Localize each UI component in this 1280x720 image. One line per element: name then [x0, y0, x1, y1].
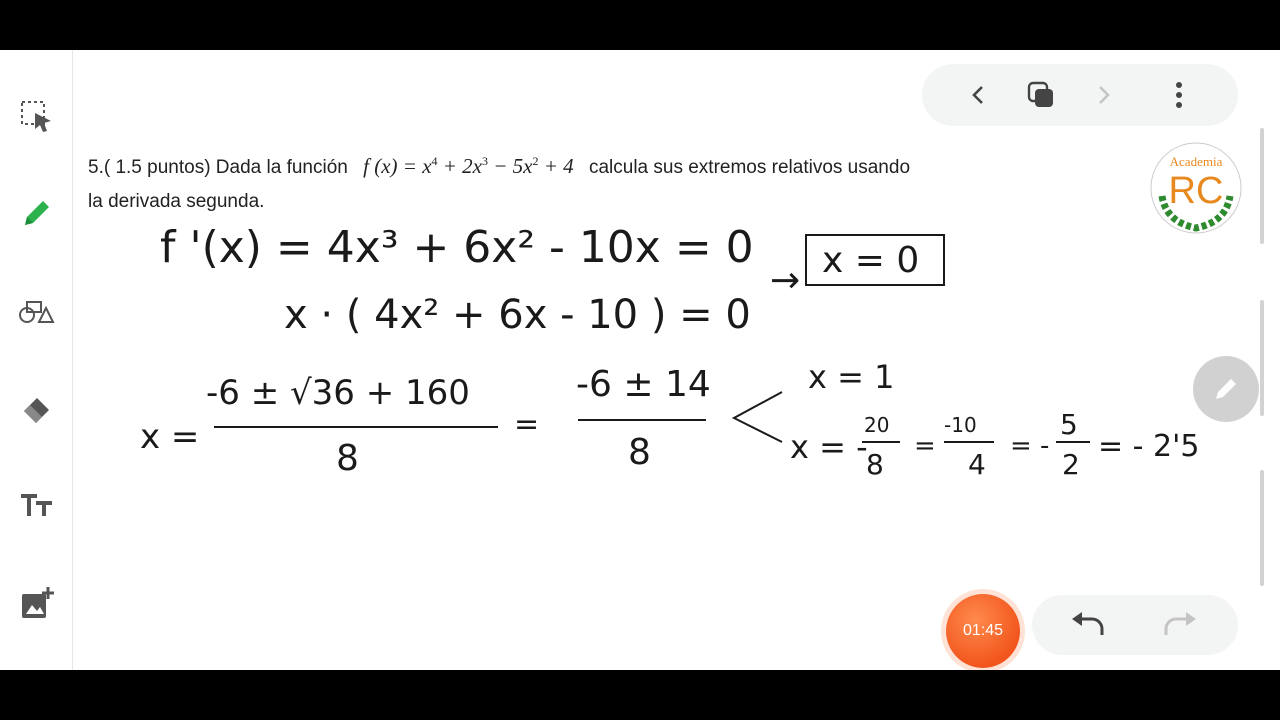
- redo-button[interactable]: [1158, 603, 1202, 647]
- frac3-denominator: 2: [1062, 448, 1080, 481]
- undo-icon: [1072, 612, 1104, 635]
- undo-redo-bar: [1032, 595, 1238, 655]
- frac3-numerator: 5: [1060, 408, 1078, 441]
- quadratic-x-label: x =: [140, 417, 199, 457]
- quadratic-denominator: 8: [336, 438, 359, 479]
- simplified-denominator: 8: [628, 432, 651, 473]
- simplified-numerator: -6 ± 14: [576, 364, 711, 405]
- pencil-edit-icon: [1216, 379, 1236, 399]
- decimal-result: = - 2'5: [1098, 429, 1199, 464]
- undo-button[interactable]: [1066, 603, 1110, 647]
- quadratic-numerator: -6 ± √36 + 160: [206, 373, 470, 413]
- equals-a: =: [914, 431, 936, 461]
- root-x-equals-1: x = 1: [808, 358, 894, 396]
- factored-line: x · ( 4x² + 6x - 10 ) = 0: [284, 292, 751, 338]
- arrow-to-result: →: [770, 260, 800, 301]
- root-2-lhs: x = -: [790, 428, 868, 466]
- vertical-scrollbar[interactable]: [1251, 50, 1265, 670]
- recording-timer[interactable]: 01:45: [946, 594, 1020, 668]
- whiteboard-canvas[interactable]: 5.( 1.5 puntos) Dada la función f (x) = …: [0, 50, 1280, 670]
- branch-bracket: [731, 391, 783, 443]
- frac1-denominator: 8: [866, 448, 884, 481]
- edit-fab-button[interactable]: [1193, 356, 1259, 422]
- boxed-result-text: x = 0: [822, 240, 919, 281]
- derivative-line: f '(x) = 4x³ + 6x² - 10x = 0: [160, 222, 754, 273]
- equals-sign: =: [514, 407, 539, 442]
- handwritten-solution: f '(x) = 4x³ + 6x² - 10x = 0 x · ( 4x² +…: [140, 222, 1199, 481]
- frac2-numerator: -10: [944, 413, 977, 437]
- frac1-numerator: 20: [864, 413, 889, 437]
- redo-icon: [1164, 612, 1196, 635]
- frac2-denominator: 4: [968, 448, 986, 481]
- equals-b: = -: [1010, 431, 1049, 461]
